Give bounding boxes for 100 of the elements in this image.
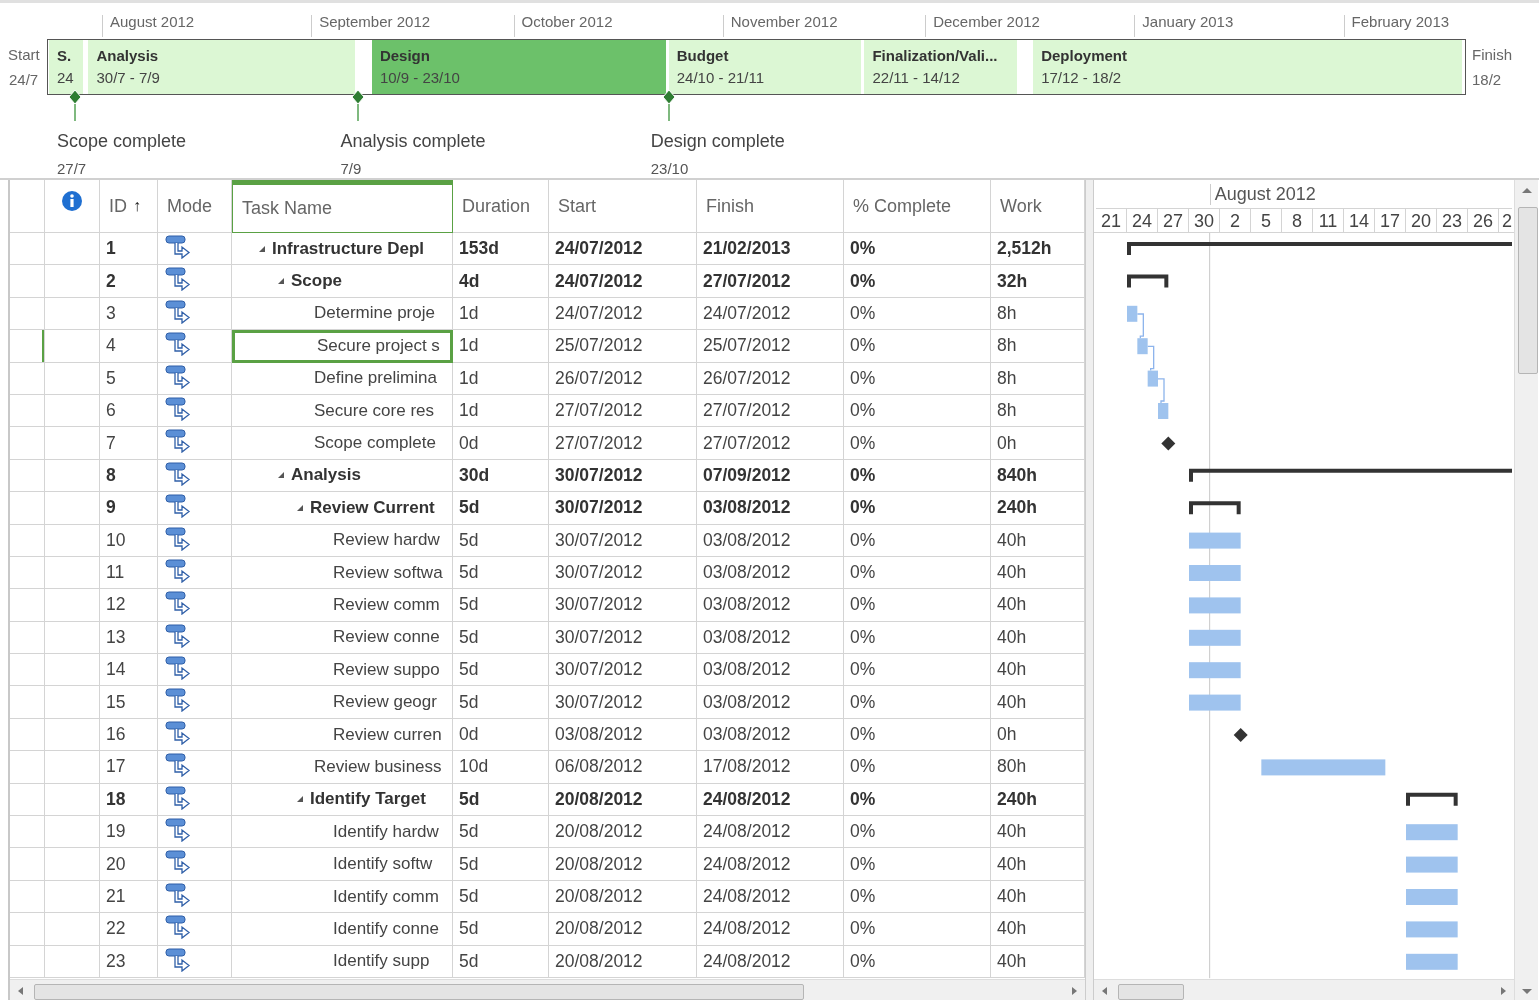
milestone-diamond[interactable] <box>1161 436 1176 451</box>
column-header[interactable]: Mode <box>158 180 232 233</box>
column-header[interactable]: ID ↑ <box>100 180 158 233</box>
task-name-cell[interactable]: Scope complete <box>232 427 453 460</box>
task-bar[interactable] <box>1137 338 1148 355</box>
task-bar[interactable] <box>1189 694 1241 711</box>
row-header[interactable] <box>10 524 45 557</box>
row-header[interactable] <box>10 751 45 784</box>
task-bar[interactable] <box>1406 889 1458 905</box>
column-header[interactable]: Duration <box>453 180 549 233</box>
column-header[interactable]: Finish <box>697 180 844 233</box>
task-bar[interactable] <box>1147 370 1158 387</box>
scroll-down-icon[interactable] <box>1521 987 1532 995</box>
task-name-cell[interactable]: Review curren <box>232 718 453 752</box>
task-bar[interactable] <box>1406 921 1458 938</box>
gantt-horizontal-scrollbar[interactable] <box>1094 979 1514 1000</box>
task-bar[interactable] <box>1189 662 1241 679</box>
row-header[interactable] <box>10 233 45 266</box>
row-header[interactable] <box>10 556 45 590</box>
scroll-right-icon[interactable] <box>1499 987 1507 995</box>
task-name-cell[interactable]: Review hardw <box>232 524 453 557</box>
task-bar[interactable] <box>1406 856 1458 873</box>
summary-bar[interactable] <box>1127 242 1512 257</box>
row-header[interactable] <box>10 265 45 298</box>
task-bar[interactable] <box>1261 759 1386 776</box>
pane-splitter[interactable] <box>1085 180 1094 1000</box>
task-name-cell[interactable]: Identify conne <box>232 913 453 946</box>
task-name-cell[interactable]: Scope <box>232 265 453 298</box>
scrollbar-thumb[interactable] <box>1517 207 1538 374</box>
row-header[interactable] <box>10 362 45 395</box>
timeline-phase[interactable]: Design 10/9 - 23/10 <box>371 40 666 94</box>
task-name-cell[interactable]: Review suppo <box>232 654 453 687</box>
vertical-scrollbar[interactable] <box>1514 180 1538 1000</box>
row-header[interactable] <box>10 913 45 946</box>
summary-bar[interactable] <box>1406 792 1458 806</box>
task-name-cell[interactable]: Review comm <box>232 589 453 622</box>
row-header[interactable] <box>10 589 45 622</box>
summary-bar[interactable] <box>1127 274 1169 288</box>
row-header[interactable] <box>10 394 45 428</box>
task-name-cell[interactable]: Review softwa <box>232 556 453 590</box>
column-header[interactable]: Task Name <box>232 180 453 233</box>
column-header[interactable]: % Complete <box>844 180 991 233</box>
task-name-cell[interactable]: Identify Target <box>232 783 453 817</box>
task-name-cell[interactable]: Review business <box>232 751 453 784</box>
scrollbar-thumb[interactable] <box>34 984 804 1000</box>
task-bar[interactable] <box>1189 629 1241 646</box>
scroll-up-icon[interactable] <box>1521 187 1532 195</box>
row-header[interactable] <box>10 945 45 978</box>
collapse-icon[interactable] <box>258 244 266 253</box>
row-header[interactable] <box>10 783 45 817</box>
timeline-phase[interactable]: Finalization/Vali... 22/11 - 14/12 <box>864 40 1017 94</box>
indicators-header[interactable] <box>45 180 100 233</box>
row-header[interactable] <box>10 459 45 493</box>
row-header[interactable] <box>10 718 45 752</box>
scroll-right-icon[interactable] <box>1070 987 1078 995</box>
timeline-phase[interactable]: S. 24 <box>49 40 84 94</box>
task-name-cell[interactable]: Determine proje <box>232 297 453 331</box>
task-name-cell[interactable]: Secure core res <box>232 394 453 428</box>
row-header[interactable] <box>10 330 45 363</box>
row-header[interactable] <box>10 297 45 331</box>
row-header[interactable] <box>10 621 45 655</box>
task-name-cell[interactable]: Identify hardw <box>232 816 453 849</box>
row-header[interactable] <box>10 427 45 460</box>
task-bar[interactable] <box>1189 532 1241 549</box>
row-header[interactable] <box>10 816 45 849</box>
timeline-phase[interactable]: Deployment 17/12 - 18/2 <box>1033 40 1462 94</box>
scroll-left-icon[interactable] <box>1101 987 1109 995</box>
scroll-left-icon[interactable] <box>17 987 25 995</box>
task-name-cell[interactable]: Define prelimina <box>232 362 453 395</box>
timeline-phase[interactable]: Budget 24/10 - 21/11 <box>668 40 862 94</box>
task-name-cell[interactable]: Review Current <box>232 492 453 525</box>
row-header[interactable] <box>10 492 45 525</box>
task-name-cell[interactable]: Identify comm <box>232 880 453 914</box>
collapse-icon[interactable] <box>296 795 304 804</box>
collapse-icon[interactable] <box>296 503 304 512</box>
horizontal-scrollbar[interactable] <box>10 979 1085 1000</box>
task-name-cell[interactable]: Review conne <box>232 621 453 655</box>
scrollbar-thumb[interactable] <box>1118 984 1184 1000</box>
task-bar[interactable] <box>1127 305 1138 322</box>
task-name-cell[interactable]: Secure project s <box>232 330 453 363</box>
timeline-phase[interactable]: Analysis 30/7 - 7/9 <box>88 40 356 94</box>
task-name-cell[interactable]: Review geogr <box>232 686 453 719</box>
milestone-diamond[interactable] <box>1233 728 1248 742</box>
task-name-cell[interactable]: Analysis <box>232 459 453 493</box>
summary-bar[interactable] <box>1189 468 1512 482</box>
collapse-icon[interactable] <box>277 277 285 286</box>
task-bar[interactable] <box>1406 953 1458 970</box>
task-bar[interactable] <box>1406 824 1458 841</box>
row-header[interactable] <box>10 880 45 914</box>
task-name-cell[interactable]: Identify softw <box>232 848 453 881</box>
column-header[interactable]: Start <box>549 180 697 233</box>
task-name-cell[interactable]: Identify supp <box>232 945 453 978</box>
task-bar[interactable] <box>1189 597 1241 614</box>
row-header[interactable] <box>10 848 45 881</box>
summary-bar[interactable] <box>1189 501 1241 515</box>
collapse-icon[interactable] <box>277 471 285 480</box>
task-bar[interactable] <box>1189 565 1241 581</box>
row-header[interactable] <box>10 686 45 719</box>
row-header[interactable] <box>10 654 45 687</box>
task-name-cell[interactable]: Infrastructure Depl <box>232 233 453 266</box>
